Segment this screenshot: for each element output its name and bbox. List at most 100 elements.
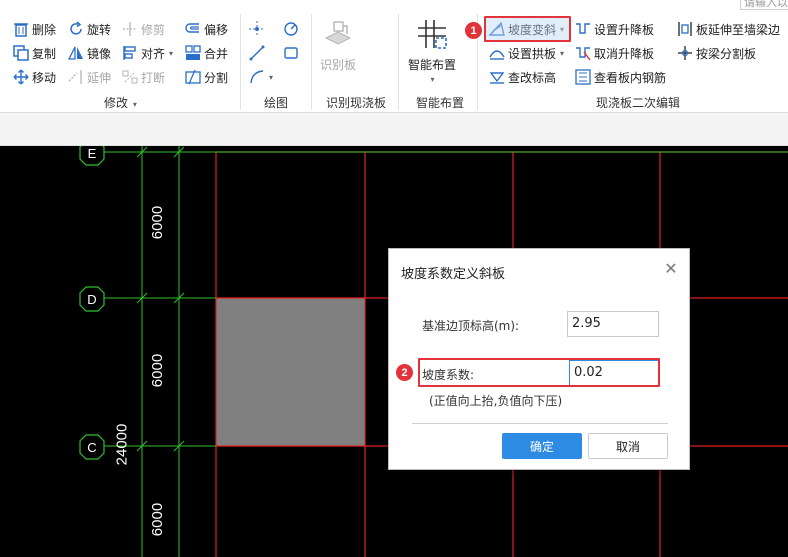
move-button[interactable]: 移动 — [13, 67, 56, 87]
chevron-down-icon[interactable]: ▾ — [133, 100, 137, 109]
divider — [240, 14, 241, 110]
set-arch-button[interactable]: 设置拱板 ▾ — [489, 43, 564, 63]
point-icon — [249, 21, 265, 37]
recognize-slab-button[interactable]: 识别板 — [318, 18, 358, 73]
align-icon — [122, 45, 138, 61]
elevation-icon — [489, 69, 505, 85]
chevron-down-icon[interactable]: ▾ — [169, 49, 173, 58]
axis-label-e: E — [87, 146, 97, 161]
move-icon — [13, 69, 29, 85]
smart-group-label: 智能布置 — [416, 96, 465, 110]
check-elevation-label: 查改标高 — [508, 70, 557, 85]
split-button[interactable]: 分割 — [185, 67, 228, 87]
rotate-icon — [68, 21, 84, 37]
cancel-raise-label: 取消升降板 — [594, 46, 655, 61]
offset-button[interactable]: 偏移 — [185, 19, 228, 39]
axis-label-d: D — [87, 291, 97, 307]
draw-circle-button[interactable] — [283, 19, 299, 39]
cancel-raise-button[interactable]: 取消升降板 — [575, 43, 654, 63]
break-label: 打断 — [141, 70, 166, 85]
cancel-button[interactable]: 取消 — [588, 433, 668, 459]
base-height-label: 基准边顶标高(m): — [422, 319, 520, 333]
offset-label: 偏移 — [204, 22, 229, 37]
copy-icon — [13, 45, 29, 61]
draw-group-label: 绘图 — [264, 96, 289, 110]
step-badge-2: 2 — [396, 364, 413, 381]
delete-label: 删除 — [32, 22, 57, 37]
draw-line-button[interactable] — [249, 43, 265, 63]
draw-point-button[interactable] — [249, 19, 265, 39]
view-rebar-button[interactable]: 查看板内钢筋 — [575, 67, 666, 87]
chevron-down-icon[interactable]: ▾ — [430, 75, 434, 84]
extend-slab-icon — [677, 21, 693, 37]
dimension-text: 6000 — [149, 353, 167, 388]
split-beam-icon — [677, 45, 693, 61]
chevron-down-icon[interactable]: ▾ — [269, 73, 273, 82]
trim-icon — [122, 21, 138, 37]
set-raise-label: 设置升降板 — [594, 22, 655, 37]
slope-slab-dialog: 坡度系数定义斜板 ✕ 基准边顶标高(m): 2.95 坡度系数: 0.02 2 … — [388, 248, 690, 470]
split-by-beam-label: 按梁分割板 — [696, 46, 757, 61]
chevron-down-icon[interactable]: ▾ — [560, 49, 564, 58]
arc-icon — [249, 69, 265, 85]
recognize-slab-icon — [322, 18, 354, 50]
copy-button[interactable]: 复制 — [13, 43, 56, 63]
dimension-text: 6000 — [149, 205, 167, 240]
move-label: 移动 — [32, 70, 57, 85]
merge-icon — [185, 45, 201, 61]
highlight-box-1 — [484, 16, 571, 42]
trim-button[interactable]: 修剪 — [122, 19, 165, 39]
cancel-raise-icon — [575, 45, 591, 61]
dimension-text: 6000 — [149, 502, 167, 537]
split-label: 分割 — [204, 70, 229, 85]
modify-group-label: 修改 ▾ — [104, 96, 137, 110]
recognize-group-label: 识别现浇板 — [326, 96, 387, 110]
align-button[interactable]: 对齐 ▾ — [122, 43, 173, 63]
smart-layout-label: 智能布置 — [407, 58, 456, 72]
set-arch-label: 设置拱板 — [508, 46, 557, 61]
draw-arc-button[interactable]: ▾ — [249, 67, 273, 87]
edit-group-label: 现浇板二次编辑 — [596, 96, 681, 110]
extend-to-wall-label: 板延伸至墙梁边 — [696, 22, 781, 37]
copy-label: 复制 — [32, 46, 57, 61]
recognize-slab-label: 识别板 — [319, 58, 356, 72]
axis-label-c: C — [87, 439, 97, 455]
raise-slab-icon — [575, 21, 591, 37]
offset-icon — [185, 21, 201, 37]
slope-hint: (正值向上抬,负值向下压) — [429, 394, 563, 408]
base-height-input[interactable]: 2.95 — [567, 311, 659, 337]
dialog-title: 坡度系数定义斜板 — [401, 267, 506, 282]
line-icon — [249, 45, 265, 61]
split-icon — [185, 69, 201, 85]
mirror-icon — [68, 45, 84, 61]
step-badge-1: 1 — [465, 22, 482, 39]
toolbar-strip — [0, 113, 788, 146]
search-input[interactable]: 请输入以 — [740, 0, 788, 10]
set-raise-button[interactable]: 设置升降板 — [575, 19, 654, 39]
divider — [412, 423, 668, 424]
ribbon: 请输入以 删除 复制 移动 旋转 镜像 延伸 修剪 对齐 ▾ 打断 偏移 合并 … — [0, 0, 788, 113]
check-elevation-button[interactable]: 查改标高 — [489, 67, 556, 87]
delete-button[interactable]: 删除 — [13, 19, 56, 39]
extend-button[interactable]: 延伸 — [68, 67, 111, 87]
extend-icon — [68, 69, 84, 85]
extend-to-wall-button[interactable]: 板延伸至墙梁边 — [677, 19, 780, 39]
divider — [311, 14, 312, 110]
selected-slab[interactable] — [216, 298, 365, 446]
mirror-button[interactable]: 镜像 — [68, 43, 111, 63]
align-label: 对齐 — [141, 46, 166, 61]
draw-rect-button[interactable] — [283, 43, 299, 63]
ok-button[interactable]: 确定 — [502, 433, 582, 459]
extend-label: 延伸 — [87, 70, 112, 85]
rotate-button[interactable]: 旋转 — [68, 19, 111, 39]
divider — [398, 14, 399, 110]
smart-layout-button[interactable]: 智能布置 ▾ — [405, 18, 459, 84]
rectangle-icon — [283, 45, 299, 61]
break-button[interactable]: 打断 — [122, 67, 165, 87]
merge-button[interactable]: 合并 — [185, 43, 228, 63]
mirror-label: 镜像 — [87, 46, 112, 61]
close-icon[interactable]: ✕ — [663, 261, 679, 277]
split-by-beam-button[interactable]: 按梁分割板 — [677, 43, 756, 63]
trim-label: 修剪 — [141, 22, 166, 37]
delete-icon — [13, 21, 29, 37]
